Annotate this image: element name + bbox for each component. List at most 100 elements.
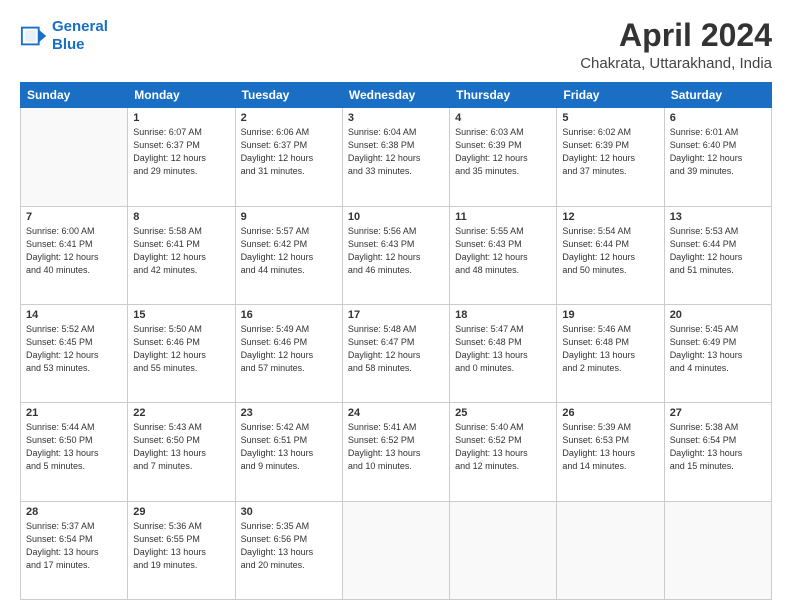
day-number: 16 [241, 309, 337, 321]
day-number: 15 [133, 309, 229, 321]
day-info: Sunrise: 5:39 AM Sunset: 6:53 PM Dayligh… [562, 421, 658, 473]
day-number: 24 [348, 407, 444, 419]
day-number: 1 [133, 112, 229, 124]
logo: General Blue [20, 18, 108, 54]
day-info: Sunrise: 5:44 AM Sunset: 6:50 PM Dayligh… [26, 421, 122, 473]
day-number: 26 [562, 407, 658, 419]
col-header-wednesday: Wednesday [342, 83, 449, 108]
logo-text: General Blue [52, 18, 108, 54]
day-number: 17 [348, 309, 444, 321]
week-row-3: 14Sunrise: 5:52 AM Sunset: 6:45 PM Dayli… [21, 304, 772, 402]
day-info: Sunrise: 5:38 AM Sunset: 6:54 PM Dayligh… [670, 421, 766, 473]
day-cell: 22 Sunrise: 5:43 AM Sunset: 6:50 PM Dayli… [128, 403, 235, 501]
day-cell: 14Sunrise: 5:52 AM Sunset: 6:45 PM Dayli… [21, 304, 128, 402]
day-cell: 16 Sunrise: 5:49 AM Sunset: 6:46 PM Dayli… [235, 304, 342, 402]
day-cell: 26 Sunrise: 5:39 AM Sunset: 6:53 PM Dayli… [557, 403, 664, 501]
day-info: Sunrise: 5:50 AM Sunset: 6:46 PM Dayligh… [133, 323, 229, 375]
week-row-4: 21 Sunrise: 5:44 AM Sunset: 6:50 PM Dayli… [21, 403, 772, 501]
day-number: 27 [670, 407, 766, 419]
day-number: 3 [348, 112, 444, 124]
day-info: Sunrise: 6:04 AM Sunset: 6:38 PM Dayligh… [348, 126, 444, 178]
day-number: 18 [455, 309, 551, 321]
day-cell: 2 Sunrise: 6:06 AM Sunset: 6:37 PM Daylig… [235, 108, 342, 206]
day-cell: 15 Sunrise: 5:50 AM Sunset: 6:46 PM Dayli… [128, 304, 235, 402]
day-cell: 1 Sunrise: 6:07 AM Sunset: 6:37 PM Daylig… [128, 108, 235, 206]
day-number: 10 [348, 211, 444, 223]
logo-line2: Blue [52, 36, 85, 53]
day-number: 7 [26, 211, 122, 223]
day-number: 22 [133, 407, 229, 419]
day-info: Sunrise: 5:53 AM Sunset: 6:44 PM Dayligh… [670, 225, 766, 277]
day-info: Sunrise: 5:49 AM Sunset: 6:46 PM Dayligh… [241, 323, 337, 375]
header: General Blue April 2024 Chakrata, Uttara… [20, 18, 772, 72]
day-number: 28 [26, 506, 122, 518]
col-header-monday: Monday [128, 83, 235, 108]
day-number: 13 [670, 211, 766, 223]
day-info: Sunrise: 5:46 AM Sunset: 6:48 PM Dayligh… [562, 323, 658, 375]
day-number: 5 [562, 112, 658, 124]
col-header-saturday: Saturday [664, 83, 771, 108]
day-cell: 7Sunrise: 6:00 AM Sunset: 6:41 PM Daylig… [21, 206, 128, 304]
week-row-1: 1 Sunrise: 6:07 AM Sunset: 6:37 PM Daylig… [21, 108, 772, 206]
day-cell [664, 501, 771, 599]
day-cell: 23 Sunrise: 5:42 AM Sunset: 6:51 PM Dayli… [235, 403, 342, 501]
day-number: 19 [562, 309, 658, 321]
day-number: 30 [241, 506, 337, 518]
day-number: 6 [670, 112, 766, 124]
day-number: 25 [455, 407, 551, 419]
day-info: Sunrise: 5:42 AM Sunset: 6:51 PM Dayligh… [241, 421, 337, 473]
day-cell: 17Sunrise: 5:48 AM Sunset: 6:47 PM Dayli… [342, 304, 449, 402]
day-number: 29 [133, 506, 229, 518]
day-info: Sunrise: 5:58 AM Sunset: 6:41 PM Dayligh… [133, 225, 229, 277]
day-cell: 21 Sunrise: 5:44 AM Sunset: 6:50 PM Dayli… [21, 403, 128, 501]
day-info: Sunrise: 6:07 AM Sunset: 6:37 PM Dayligh… [133, 126, 229, 178]
week-row-5: 28 Sunrise: 5:37 AM Sunset: 6:54 PM Dayli… [21, 501, 772, 599]
title-block: April 2024 Chakrata, Uttarakhand, India [580, 18, 772, 72]
day-info: Sunrise: 5:52 AM Sunset: 6:45 PM Dayligh… [26, 323, 122, 375]
day-info: Sunrise: 5:54 AM Sunset: 6:44 PM Dayligh… [562, 225, 658, 277]
day-info: Sunrise: 6:01 AM Sunset: 6:40 PM Dayligh… [670, 126, 766, 178]
day-info: Sunrise: 5:37 AM Sunset: 6:54 PM Dayligh… [26, 520, 122, 572]
day-cell [21, 108, 128, 206]
day-number: 21 [26, 407, 122, 419]
day-number: 9 [241, 211, 337, 223]
day-number: 2 [241, 112, 337, 124]
day-cell: 9 Sunrise: 5:57 AM Sunset: 6:42 PM Daylig… [235, 206, 342, 304]
day-cell: 3 Sunrise: 6:04 AM Sunset: 6:38 PM Daylig… [342, 108, 449, 206]
day-info: Sunrise: 5:36 AM Sunset: 6:55 PM Dayligh… [133, 520, 229, 572]
col-header-tuesday: Tuesday [235, 83, 342, 108]
day-info: Sunrise: 5:47 AM Sunset: 6:48 PM Dayligh… [455, 323, 551, 375]
day-info: Sunrise: 5:45 AM Sunset: 6:49 PM Dayligh… [670, 323, 766, 375]
day-number: 4 [455, 112, 551, 124]
day-info: Sunrise: 6:06 AM Sunset: 6:37 PM Dayligh… [241, 126, 337, 178]
day-cell: 10Sunrise: 5:56 AM Sunset: 6:43 PM Dayli… [342, 206, 449, 304]
location-title: Chakrata, Uttarakhand, India [580, 55, 772, 72]
day-info: Sunrise: 5:40 AM Sunset: 6:52 PM Dayligh… [455, 421, 551, 473]
header-row: SundayMondayTuesdayWednesdayThursdayFrid… [21, 83, 772, 108]
day-number: 8 [133, 211, 229, 223]
day-cell: 8 Sunrise: 5:58 AM Sunset: 6:41 PM Daylig… [128, 206, 235, 304]
day-number: 11 [455, 211, 551, 223]
day-cell: 20Sunrise: 5:45 AM Sunset: 6:49 PM Dayli… [664, 304, 771, 402]
calendar-table: SundayMondayTuesdayWednesdayThursdayFrid… [20, 82, 772, 600]
col-header-sunday: Sunday [21, 83, 128, 108]
day-cell: 12Sunrise: 5:54 AM Sunset: 6:44 PM Dayli… [557, 206, 664, 304]
day-cell: 11Sunrise: 5:55 AM Sunset: 6:43 PM Dayli… [450, 206, 557, 304]
day-cell: 30Sunrise: 5:35 AM Sunset: 6:56 PM Dayli… [235, 501, 342, 599]
logo-icon [20, 22, 48, 50]
day-info: Sunrise: 5:57 AM Sunset: 6:42 PM Dayligh… [241, 225, 337, 277]
day-cell: 5Sunrise: 6:02 AM Sunset: 6:39 PM Daylig… [557, 108, 664, 206]
day-cell: 25 Sunrise: 5:40 AM Sunset: 6:52 PM Dayli… [450, 403, 557, 501]
page: General Blue April 2024 Chakrata, Uttara… [0, 0, 792, 612]
day-cell: 18 Sunrise: 5:47 AM Sunset: 6:48 PM Dayli… [450, 304, 557, 402]
day-info: Sunrise: 6:03 AM Sunset: 6:39 PM Dayligh… [455, 126, 551, 178]
day-cell: 28 Sunrise: 5:37 AM Sunset: 6:54 PM Dayli… [21, 501, 128, 599]
day-cell [557, 501, 664, 599]
logo-line1: General [52, 18, 108, 35]
day-cell: 29 Sunrise: 5:36 AM Sunset: 6:55 PM Dayli… [128, 501, 235, 599]
day-info: Sunrise: 5:43 AM Sunset: 6:50 PM Dayligh… [133, 421, 229, 473]
day-cell: 19 Sunrise: 5:46 AM Sunset: 6:48 PM Dayli… [557, 304, 664, 402]
month-title: April 2024 [580, 18, 772, 53]
day-number: 23 [241, 407, 337, 419]
day-cell: 6 Sunrise: 6:01 AM Sunset: 6:40 PM Daylig… [664, 108, 771, 206]
